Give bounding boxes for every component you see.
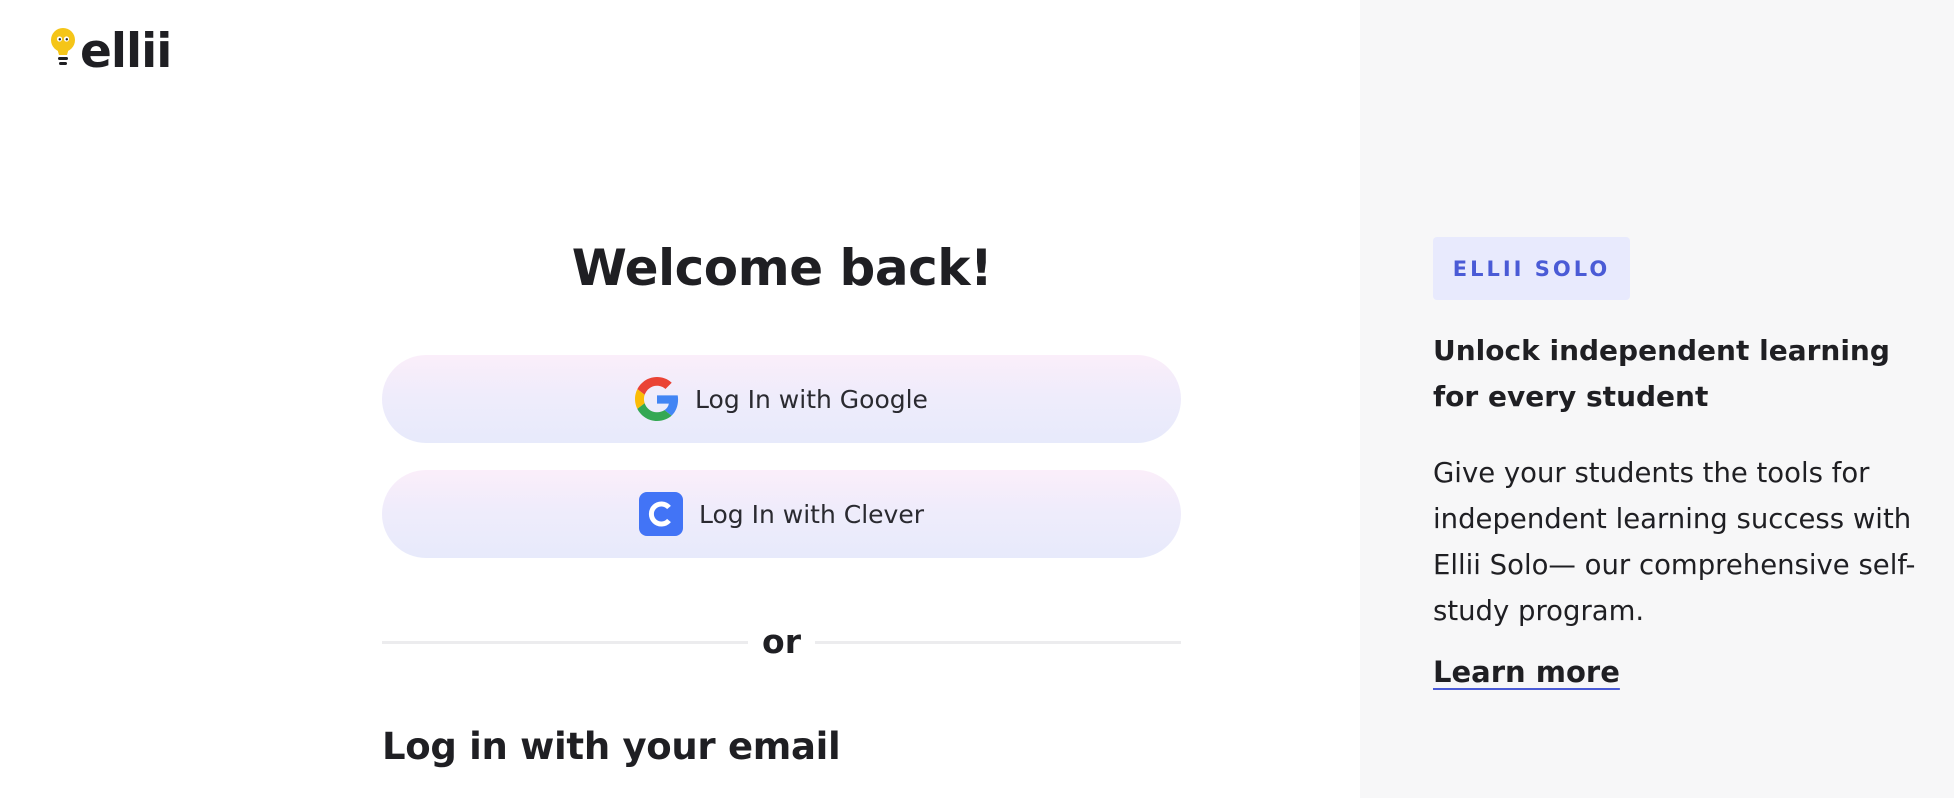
promo-panel: ELLII SOLO Unlock independent learning f… [1360, 0, 1954, 798]
or-divider: or [382, 620, 1182, 664]
page-title: Welcome back! [571, 239, 993, 297]
google-login-label: Log In with Google [695, 384, 928, 414]
learn-more-link[interactable]: Learn more [1433, 650, 1620, 694]
divider-or-text: or [762, 622, 801, 661]
ellii-solo-badge: ELLII SOLO [1433, 237, 1630, 300]
clever-login-label: Log In with Clever [699, 499, 924, 529]
clever-login-button[interactable]: Log In with Clever [382, 470, 1181, 558]
promo-description: Give your students the tools for indepen… [1433, 457, 1916, 627]
google-icon [635, 377, 679, 421]
google-login-button[interactable]: Log In with Google [382, 355, 1181, 443]
lightbulb-icon [51, 28, 75, 65]
ellii-logo[interactable]: ellii [48, 24, 172, 79]
login-panel: ellii Welcome back! Log In with Google L… [0, 0, 1360, 798]
divider-line-right [814, 640, 1182, 644]
logo-text: ellii [80, 24, 172, 79]
email-login-heading: Log in with your email [382, 725, 841, 768]
clever-icon [639, 492, 683, 536]
promo-heading: Unlock independent learning for every st… [1433, 334, 1890, 413]
divider-line-left [382, 640, 749, 644]
